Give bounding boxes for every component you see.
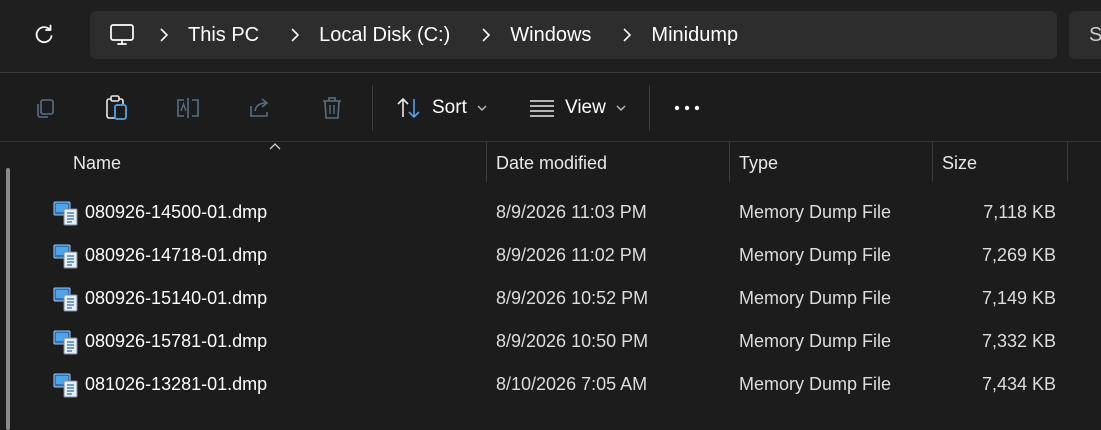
delete-button[interactable]: [312, 89, 352, 127]
file-date: 8/10/2026 7:05 AM: [496, 374, 648, 394]
breadcrumb-this-pc[interactable]: This PC: [180, 11, 267, 59]
view-button[interactable]: View: [529, 89, 626, 127]
chevron-right-icon[interactable]: [287, 28, 303, 42]
refresh-icon: [35, 24, 53, 44]
toolbar-separator: [649, 85, 650, 131]
file-size: 7,118 KB: [983, 202, 1056, 222]
copy-icon: [37, 99, 54, 118]
computer-icon[interactable]: [108, 21, 136, 49]
paste-button[interactable]: [97, 89, 137, 127]
breadcrumb-local-disk[interactable]: Local Disk (C:): [311, 11, 458, 59]
refresh-button[interactable]: [26, 17, 62, 53]
toolbar-separator: [372, 85, 373, 131]
vertical-scrollbar[interactable]: [6, 168, 10, 430]
file-size: 7,434 KB: [981, 374, 1056, 394]
file-size: 7,269 KB: [981, 245, 1056, 265]
view-icon: [530, 100, 554, 117]
view-label: View: [565, 97, 606, 118]
paste-icon: [106, 95, 127, 120]
column-separator[interactable]: [1067, 142, 1068, 182]
file-type: Memory Dump File: [739, 331, 892, 351]
file-row[interactable]: 080926-15140-01.dmp 8/9/2026 10:52 PM Me…: [44, 277, 1064, 320]
search-input[interactable]: S: [1069, 11, 1101, 59]
file-date: 8/9/2026 10:50 PM: [496, 331, 649, 351]
breadcrumb-minidump[interactable]: Minidump: [643, 11, 746, 59]
chevron-right-icon[interactable]: [156, 28, 172, 42]
file-name: 080926-14500-01.dmp: [85, 202, 268, 222]
file-size: 7,149 KB: [981, 288, 1056, 308]
file-type: Memory Dump File: [739, 245, 892, 265]
sort-button[interactable]: Sort: [396, 89, 487, 127]
more-options-button[interactable]: [667, 89, 707, 127]
rename-button[interactable]: [168, 89, 208, 127]
chevron-down-icon: [477, 105, 487, 112]
file-size: 7,332 KB: [981, 331, 1056, 351]
copy-button[interactable]: [25, 89, 65, 127]
breadcrumb-windows[interactable]: Windows: [502, 11, 599, 59]
file-name: 080926-15140-01.dmp: [85, 288, 268, 308]
file-type: Memory Dump File: [739, 288, 892, 308]
column-separator[interactable]: [729, 142, 730, 182]
column-separator[interactable]: [932, 142, 933, 182]
column-separator[interactable]: [486, 142, 487, 182]
chevron-right-icon[interactable]: [478, 28, 494, 42]
file-type: Memory Dump File: [739, 202, 892, 222]
address-row: This PC Local Disk (C:) Windows Minidump…: [0, 0, 1101, 72]
more-icon: [674, 105, 700, 111]
rename-icon: [177, 98, 199, 118]
command-bar: Sort View: [0, 73, 1101, 141]
file-row[interactable]: 080926-14500-01.dmp 8/9/2026 11:03 PM Me…: [44, 191, 1064, 234]
file-date: 8/9/2026 11:02 PM: [496, 245, 647, 265]
column-header-size[interactable]: Size: [942, 142, 977, 184]
chevron-right-icon[interactable]: [619, 28, 635, 42]
dump-file-icon: [53, 201, 78, 226]
column-header-name[interactable]: Name: [73, 142, 121, 184]
file-row[interactable]: 081026-13281-01.dmp 8/10/2026 7:05 AM Me…: [44, 363, 1064, 406]
sort-icon: [397, 97, 420, 119]
sort-ascending-icon: [269, 143, 281, 150]
file-name: 081026-13281-01.dmp: [85, 374, 268, 394]
column-header-date[interactable]: Date modified: [496, 142, 607, 184]
file-name: 080926-14718-01.dmp: [85, 245, 268, 265]
file-row[interactable]: 080926-14718-01.dmp 8/9/2026 11:02 PM Me…: [44, 234, 1064, 277]
dump-file-icon: [53, 330, 78, 355]
share-button[interactable]: [240, 89, 280, 127]
dump-file-icon: [53, 244, 78, 269]
dump-file-icon: [53, 373, 78, 398]
dump-file-icon: [53, 287, 78, 312]
file-name: 080926-15781-01.dmp: [85, 331, 268, 351]
file-date: 8/9/2026 10:52 PM: [496, 288, 649, 308]
delete-icon: [323, 97, 341, 119]
column-header-type[interactable]: Type: [739, 142, 778, 184]
file-row[interactable]: 080926-15781-01.dmp 8/9/2026 10:50 PM Me…: [44, 320, 1064, 363]
share-icon: [250, 98, 269, 117]
chevron-down-icon: [616, 105, 626, 112]
sort-label: Sort: [432, 97, 467, 118]
file-type: Memory Dump File: [739, 374, 892, 394]
file-date: 8/9/2026 11:03 PM: [496, 202, 647, 222]
address-bar[interactable]: This PC Local Disk (C:) Windows Minidump: [90, 11, 1057, 59]
